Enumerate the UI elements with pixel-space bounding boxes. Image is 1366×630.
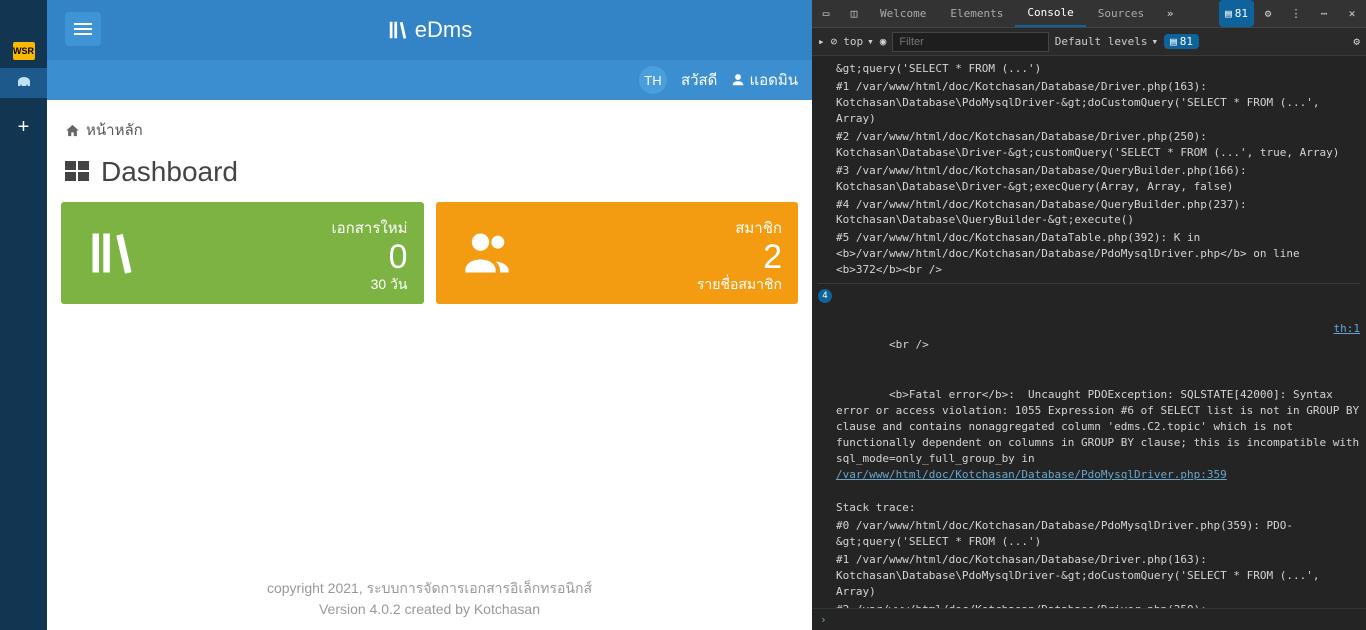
greeting-text: สวัสดี (681, 68, 717, 92)
sidebar-toggle-icon[interactable]: ▸ (818, 35, 825, 48)
breadcrumb[interactable]: หน้าหลัก (47, 118, 812, 150)
elephant-icon (15, 74, 33, 92)
source-link[interactable]: th:1 (1334, 321, 1361, 337)
user-name: แอดมิน (749, 68, 798, 92)
user-link[interactable]: แอดมิน (731, 68, 798, 92)
breadcrumb-home: หน้าหลัก (86, 118, 143, 142)
console-prompt[interactable]: › (812, 608, 1366, 630)
hamburger-icon (74, 28, 92, 30)
log-head: 4 th:1 <br /> (818, 288, 1360, 370)
page-title: Dashboard (47, 150, 812, 202)
footer: copyright 2021, ระบบการจัดการเอกสารอิเล็… (47, 578, 812, 620)
language-badge[interactable]: TH (639, 66, 667, 94)
log-line: #4 /var/www/html/doc/Kotchasan/Database/… (818, 196, 1360, 230)
log-line: #1 /var/www/html/doc/Kotchasan/Database/… (818, 78, 1360, 128)
home-icon (65, 123, 80, 138)
more-icon[interactable]: ⋯ (1310, 0, 1338, 27)
repeat-count-badge: 4 (818, 289, 832, 303)
card-label: เอกสารใหม่ (147, 216, 408, 240)
console-settings-icon[interactable]: ⚙ (1353, 35, 1360, 48)
dashboard-icon (65, 161, 91, 183)
log-line: Stack trace: (818, 499, 1360, 517)
tab-sources[interactable]: Sources (1086, 0, 1156, 27)
log-group: 4 th:1 <br /> <b>Fatal error</b>: Uncaug… (818, 283, 1360, 608)
eye-icon[interactable]: ◉ (880, 35, 887, 48)
devtools-tabs: ▭ ◫ Welcome Elements Console Sources » ▤… (812, 0, 1366, 28)
console-output[interactable]: &gt;query('SELECT * FROM (...') #1 /var/… (812, 56, 1366, 608)
more-tabs-icon[interactable]: » (1156, 0, 1184, 27)
kebab-icon[interactable]: ⋮ (1282, 0, 1310, 27)
tab-console[interactable]: Console (1015, 0, 1085, 27)
log-levels-select[interactable]: Default levels ▾ (1055, 35, 1158, 48)
books-icon (387, 19, 409, 41)
log-line: &gt;query('SELECT * FROM (...') (818, 60, 1360, 78)
inspect-icon[interactable]: ◫ (840, 0, 868, 27)
card-value: 0 (147, 240, 408, 274)
filter-input[interactable] (892, 32, 1048, 52)
log-line: #2 /var/www/html/doc/Kotchasan/Database/… (818, 128, 1360, 162)
card-sub: 30 วัน (147, 274, 408, 296)
error-file-link[interactable]: /var/www/html/doc/Kotchasan/Database/Pdo… (836, 468, 1227, 481)
os-side-rail: WSR + (0, 0, 47, 630)
context-select[interactable]: top ▾ (843, 35, 874, 48)
log-line: #1 /var/www/html/doc/Kotchasan/Database/… (818, 551, 1360, 601)
close-icon[interactable]: ✕ (1338, 0, 1366, 27)
device-toggle-icon[interactable]: ▭ (812, 0, 840, 27)
log-line: #0 /var/www/html/doc/Kotchasan/Database/… (818, 517, 1360, 551)
page-title-text: Dashboard (101, 156, 238, 188)
person-icon (731, 73, 745, 87)
brand-text: eDms (415, 17, 472, 43)
card-members[interactable]: สมาชิก 2 รายชื่อสมาชิก (436, 202, 799, 304)
log-line: #5 /var/www/html/doc/Kotchasan/DataTable… (818, 229, 1360, 279)
rail-add-button[interactable]: + (0, 110, 47, 144)
log-error: <b>Fatal error</b>: Uncaught PDOExceptio… (818, 370, 1360, 500)
log-line: #3 /var/www/html/doc/Kotchasan/Database/… (818, 162, 1360, 196)
users-icon (461, 227, 513, 279)
footer-version: Version 4.0.2 created by Kotchasan (47, 599, 812, 620)
card-sub: รายชื่อสมาชิก (522, 274, 783, 296)
rail-app-2[interactable]: WSR (0, 34, 47, 68)
menu-button[interactable] (65, 12, 101, 46)
console-toolbar: ▸ ⊘ top ▾ ◉ Default levels ▾ ▤ 81 ⚙ (812, 28, 1366, 56)
issues-badge[interactable]: ▤ 81 (1219, 0, 1254, 27)
rail-app-active[interactable] (0, 68, 47, 98)
documents-icon (86, 227, 138, 279)
tab-welcome[interactable]: Welcome (868, 0, 938, 27)
footer-copyright: copyright 2021, ระบบการจัดการเอกสารอิเล็… (47, 578, 812, 599)
app-subbar: TH สวัสดี แอดมิน (47, 60, 812, 100)
settings-icon[interactable]: ⚙ (1254, 0, 1282, 27)
card-value: 2 (522, 240, 783, 274)
rail-app-1[interactable] (0, 0, 47, 34)
card-label: สมาชิก (522, 216, 783, 240)
app-topbar: eDms (47, 0, 812, 60)
clear-console-icon[interactable]: ⊘ (831, 35, 838, 48)
log-line: #2 /var/www/html/doc/Kotchasan/Database/… (818, 601, 1360, 608)
devtools-panel: ▭ ◫ Welcome Elements Console Sources » ▤… (812, 0, 1366, 630)
app-panel: eDms TH สวัสดี แอดมิน หน้าหลัก Dashboard (47, 0, 812, 630)
toolbar-issues-badge[interactable]: ▤ 81 (1164, 34, 1199, 49)
card-new-documents[interactable]: เอกสารใหม่ 0 30 วัน (61, 202, 424, 304)
brand[interactable]: eDms (387, 17, 472, 43)
app-body: หน้าหลัก Dashboard เอกสารใหม่ 0 30 วัน (47, 100, 812, 630)
tab-elements[interactable]: Elements (938, 0, 1015, 27)
